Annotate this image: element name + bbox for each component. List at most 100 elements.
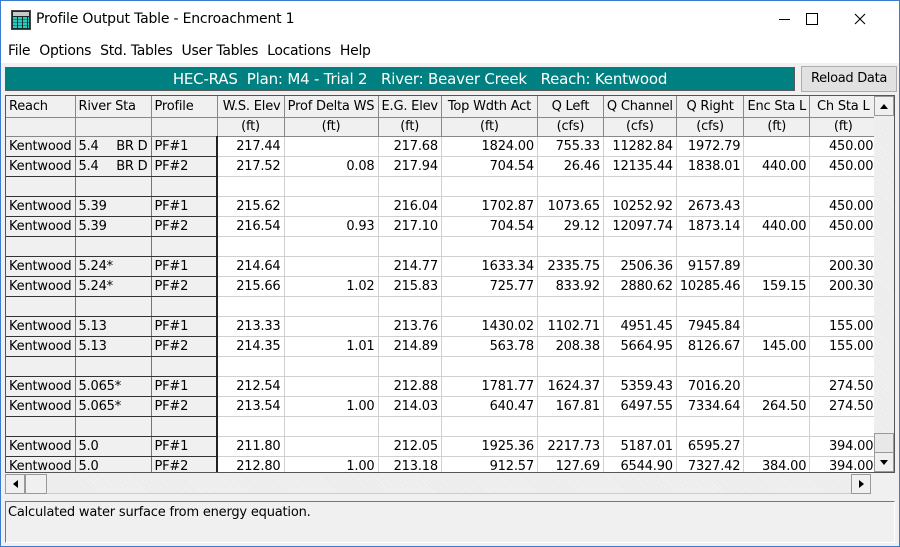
blank-row[interactable] (6, 356, 878, 377)
reach-cell: Kentwood (6, 316, 76, 337)
table-row[interactable]: Kentwood 5.065* PF#2 213.54 1.00 214.03 640.47… (6, 396, 878, 417)
table-row[interactable]: Kentwood 5.24* PF#1 214.64 214.77 1633.34 2335… (6, 256, 878, 277)
scroll-left-button[interactable] (5, 474, 25, 494)
column-header[interactable]: Q Right (676, 96, 745, 118)
column-header[interactable]: Q Channel (603, 96, 677, 118)
blank-row[interactable] (6, 236, 878, 257)
river-sta: 5.0 (79, 459, 148, 473)
top-wdth-cell: 725.77 (441, 276, 538, 297)
q-left-cell: 755.33 (537, 136, 604, 157)
delta-ws-cell (284, 376, 379, 397)
vertical-scrollbar[interactable] (874, 96, 894, 472)
data-cell (537, 296, 604, 317)
profile-cell: PF#1 (151, 436, 218, 457)
reload-data-button[interactable]: Reload Data (801, 66, 897, 92)
column-header[interactable]: Prof Delta WS (284, 96, 379, 118)
column-header[interactable]: W.S. Elev (217, 96, 285, 118)
profile-output-grid[interactable]: Reach River Sta Profile W.S. Elev Prof Delta… (5, 95, 895, 473)
profile-output-window: Profile Output Table - Encroachment 1 Fi… (0, 0, 900, 547)
column-header[interactable]: River Sta (75, 96, 152, 118)
table-row[interactable]: Kentwood 5.39 PF#2 216.54 0.93 217.10 704.54 29… (6, 216, 878, 237)
reach-cell: Kentwood (6, 156, 76, 177)
horizontal-scrollbar[interactable] (5, 474, 871, 494)
column-header[interactable]: Ch Sta L (809, 96, 878, 118)
data-cell (441, 236, 538, 257)
river-sta: 5.24* (79, 259, 148, 274)
data-cell (743, 356, 811, 377)
data-cell (676, 176, 745, 197)
column-header[interactable]: Enc Sta L (743, 96, 811, 118)
q-left-cell: 1102.71 (537, 316, 604, 337)
ws-elev-cell: 211.80 (217, 436, 285, 457)
maximize-button[interactable] (789, 1, 835, 37)
table-row[interactable]: Kentwood 5.065* PF#1 212.54 212.88 1781.77 162… (6, 376, 878, 397)
profile-cell: PF#1 (151, 136, 218, 157)
table-row[interactable]: Kentwood 5.24* PF#2 215.66 1.02 215.83 725.77 8… (6, 276, 878, 297)
river-sta-cell: 5.065* (75, 396, 152, 417)
vertical-scroll-thumb[interactable] (874, 433, 894, 453)
top-wdth-cell: 704.54 (441, 156, 538, 177)
blank-row[interactable] (6, 176, 878, 197)
table-row[interactable]: Kentwood 5.13 PF#1 213.33 213.76 1430.02 1102.… (6, 316, 878, 337)
column-unit: (ft) (378, 117, 442, 137)
data-cell (603, 296, 677, 317)
column-header[interactable]: E.G. Elev (378, 96, 442, 118)
scroll-right-button[interactable] (851, 474, 871, 494)
eg-elev-cell: 214.03 (378, 396, 442, 417)
ws-elev-cell: 212.54 (217, 376, 285, 397)
menu-locations[interactable]: Locations (263, 43, 335, 59)
q-left-cell: 1073.65 (537, 196, 604, 217)
q-left-cell: 29.12 (537, 216, 604, 237)
q-right-cell: 1972.79 (676, 136, 745, 157)
reach-cell: Kentwood (6, 136, 76, 157)
column-header[interactable]: Q Left (537, 96, 604, 118)
data-cell (676, 296, 745, 317)
reach-cell: Kentwood (6, 276, 76, 297)
column-unit (6, 117, 76, 137)
table-row[interactable]: Kentwood 5.0 PF#1 211.80 212.05 1925.36 2217.7… (6, 436, 878, 457)
eg-elev-cell: 217.94 (378, 156, 442, 177)
river-sta-value: 5.13 (78, 318, 107, 334)
delta-ws-cell: 1.02 (284, 276, 379, 297)
scroll-up-button[interactable] (874, 96, 894, 116)
column-unit (75, 117, 152, 137)
river-sta: 5.065* (79, 379, 148, 394)
q-right-cell: 7016.20 (676, 376, 745, 397)
profile-cell: PF#2 (151, 156, 218, 177)
menu-user-tables[interactable]: User Tables (178, 43, 263, 59)
table-row[interactable]: Kentwood 5.13 PF#2 214.35 1.01 214.89 563.78 20… (6, 336, 878, 357)
q-channel-cell: 6544.90 (603, 456, 677, 472)
menu-options[interactable]: Options (35, 43, 95, 59)
river-sta-cell: 5.0 (75, 456, 152, 473)
arrow-up-icon (880, 103, 888, 109)
profile-cell: PF#2 (151, 396, 218, 417)
close-button[interactable] (837, 1, 883, 37)
blank-row[interactable] (6, 296, 878, 317)
menu-std-tables[interactable]: Std. Tables (96, 43, 176, 59)
menu-help[interactable]: Help (336, 43, 375, 59)
river-sta: 5.0 (79, 439, 148, 454)
table-row[interactable]: Kentwood 5.4 BR D PF#1 217.44 217.68 1824.00 75… (6, 136, 878, 157)
menu-file[interactable]: File (4, 43, 34, 59)
ch-sta-l-cell: 394.00 (809, 456, 878, 472)
q-left-cell: 127.69 (537, 456, 604, 472)
table-row[interactable]: Kentwood 5.0 PF#2 212.80 1.00 213.18 912.57 127… (6, 456, 878, 473)
data-cell (743, 236, 811, 257)
q-channel-cell: 5664.95 (603, 336, 677, 357)
top-wdth-cell: 1702.87 (441, 196, 538, 217)
enc-sta-l-cell (743, 376, 811, 397)
table-row[interactable]: Kentwood 5.39 PF#1 215.62 216.04 1702.87 1073.… (6, 196, 878, 217)
column-unit: (cfs) (537, 117, 604, 137)
title-bar[interactable]: Profile Output Table - Encroachment 1 (1, 1, 899, 39)
river-sta-value: 5.24* (78, 278, 114, 294)
column-header[interactable]: Top Wdth Act (441, 96, 538, 118)
horizontal-scroll-thumb[interactable] (25, 474, 47, 494)
river-sta: 5.065* (79, 399, 148, 414)
river-sta-cell: 5.13 (75, 316, 152, 337)
river-sta-cell: 5.065* (75, 376, 152, 397)
blank-row[interactable] (6, 416, 878, 437)
column-header[interactable]: Reach (6, 96, 76, 118)
column-header[interactable]: Profile (151, 96, 218, 118)
table-row[interactable]: Kentwood 5.4 BR D PF#2 217.52 0.08 217.94 704.5… (6, 156, 878, 177)
scroll-down-button[interactable] (874, 452, 894, 472)
